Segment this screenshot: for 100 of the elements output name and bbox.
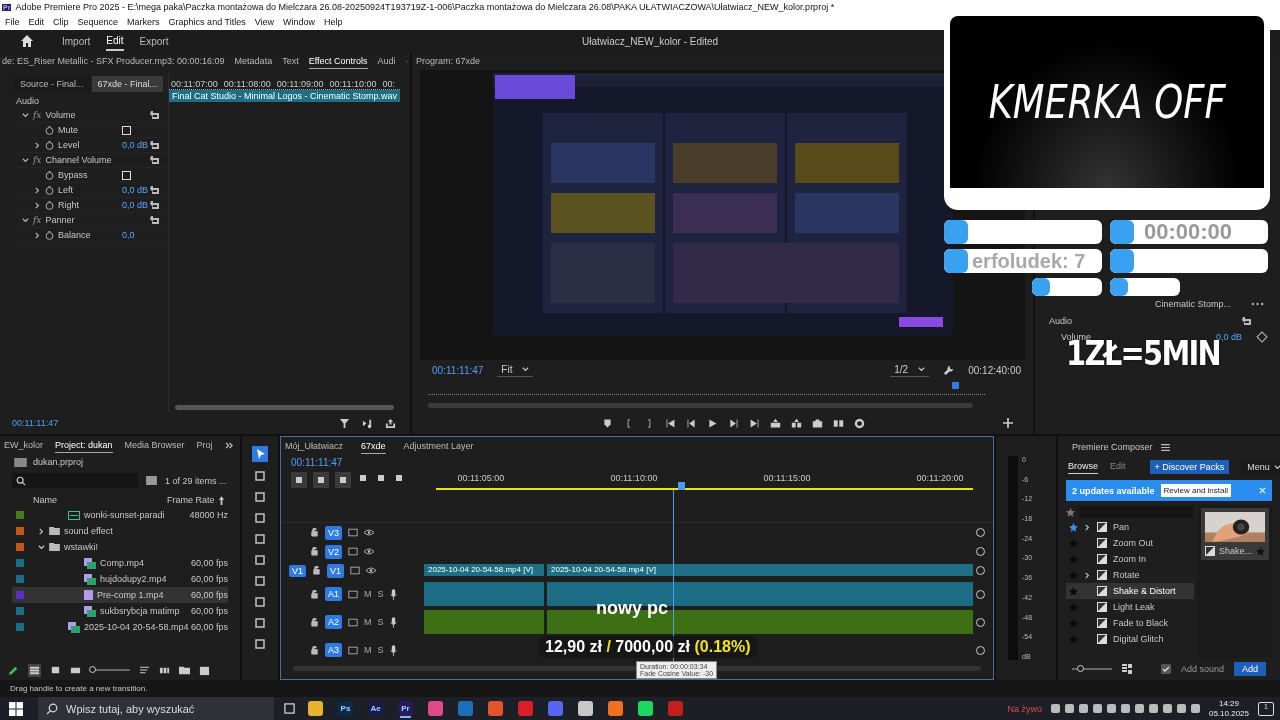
chevron-icon[interactable]	[1084, 571, 1091, 579]
time-ruler[interactable]	[428, 380, 985, 395]
lock-icon[interactable]	[310, 617, 319, 627]
eye-icon[interactable]	[364, 529, 374, 536]
stopwatch-icon[interactable]	[45, 170, 54, 180]
camera-icon[interactable]	[812, 417, 823, 429]
track-target[interactable]: A3	[325, 643, 342, 657]
track-target[interactable]: A2	[325, 615, 342, 629]
track-button[interactable]: S	[377, 645, 384, 655]
sync-lock-icon[interactable]	[348, 589, 358, 599]
menu-item[interactable]: Markers	[127, 17, 160, 27]
chevron-icon[interactable]	[1084, 523, 1091, 531]
zoom-scrollbar[interactable]	[428, 403, 973, 408]
eye-icon[interactable]	[366, 567, 377, 574]
label-swatch[interactable]	[16, 527, 24, 535]
compare-icon[interactable]	[833, 417, 844, 429]
panel-tab[interactable]: Effect Controls	[308, 53, 368, 69]
sequence-tab[interactable]: 67xde	[361, 438, 386, 454]
label-swatch[interactable]	[16, 543, 24, 551]
panel-tab[interactable]: Proj	[196, 438, 213, 452]
sort-arrow-icon[interactable]	[217, 495, 225, 505]
timecode[interactable]: 00:11:11:47	[12, 418, 59, 428]
eye-icon[interactable]	[364, 548, 374, 555]
reset-icon[interactable]	[149, 155, 162, 165]
menu-item[interactable]: Window	[283, 17, 316, 27]
track-target[interactable]: V3	[325, 525, 342, 540]
property-value[interactable]: 0,0 dB	[122, 185, 149, 195]
taskbar-app[interactable]: Pr	[398, 701, 413, 716]
task-view-icon[interactable]	[283, 703, 296, 714]
filter-icon[interactable]	[339, 417, 350, 429]
source-tab[interactable]: 67xde - Final...	[91, 76, 164, 92]
track-button[interactable]: M	[364, 617, 372, 627]
chevron-icon[interactable]	[1273, 463, 1280, 471]
menu-item[interactable]: Edit	[28, 17, 45, 27]
reset-icon[interactable]	[149, 110, 162, 120]
video-clip[interactable]: 2025-10-04 20-54-58.mp4 [V]	[547, 564, 973, 576]
lock-icon[interactable]	[310, 645, 319, 655]
search-field[interactable]: Wpisz tutaj, aby wyszukać	[38, 697, 274, 720]
project-row[interactable]: Comp.mp4 60,00 fps	[12, 555, 228, 571]
panel-tab[interactable]: EW_kolor	[4, 438, 43, 452]
star-icon[interactable]	[1256, 546, 1265, 556]
preset-item[interactable]: Light Leak	[1066, 599, 1194, 615]
timecode[interactable]: 00:11:11:47	[432, 364, 484, 376]
timecode[interactable]: 00:11:11:47	[291, 457, 426, 468]
label-swatch[interactable]	[16, 575, 24, 583]
lock-icon[interactable]	[312, 566, 321, 575]
icon-view-icon[interactable]	[50, 664, 61, 676]
label-swatch[interactable]	[16, 511, 24, 519]
track-button[interactable]: S	[377, 617, 384, 627]
export-icon[interactable]	[385, 417, 396, 429]
preset-item[interactable]: Zoom Out	[1066, 535, 1194, 551]
source-tab[interactable]: Source - Final...	[14, 76, 90, 92]
workspace-tab[interactable]: Edit	[106, 31, 124, 51]
track-button[interactable]: M	[364, 589, 372, 599]
property-value[interactable]: 0,0 dB	[122, 200, 149, 210]
track-target[interactable]: A1	[325, 587, 342, 601]
panel-tab[interactable]: Media Browser	[124, 438, 185, 452]
workspace-tab[interactable]: Export	[139, 32, 169, 50]
discover-packs-button[interactable]: + Discover Packs	[1149, 460, 1230, 474]
column-header[interactable]: Name	[0, 495, 164, 505]
slider-thumb[interactable]	[89, 666, 96, 673]
preset-item[interactable]: Pan	[1066, 519, 1194, 535]
horizontal-scrollbar[interactable]	[293, 666, 981, 671]
project-row[interactable]: sukbsrybcja matimp 60,00 fps	[12, 603, 228, 619]
audio-clip[interactable]	[547, 582, 973, 606]
list-view-icon[interactable]	[28, 663, 41, 677]
column-header[interactable]: Frame Rate	[167, 495, 215, 505]
microphone-icon[interactable]	[389, 616, 397, 628]
chevron-icon[interactable]	[918, 366, 926, 373]
step-forward-icon[interactable]	[728, 417, 739, 429]
audio-clip[interactable]: Final Cat Studio - Minimal Logos - Cinematic Stomp.wav	[168, 90, 400, 102]
panel-tab[interactable]: Metadata	[234, 54, 273, 68]
label-swatch[interactable]	[16, 623, 24, 631]
composer-tab[interactable]: Browse	[1068, 460, 1098, 474]
panel-tab[interactable]: de: ES_Riser Metallic - SFX Producer.mp3: 00:00:16:09	[2, 54, 225, 68]
checkbox[interactable]	[122, 170, 131, 180]
chevron-icon[interactable]	[34, 141, 41, 149]
home-icon[interactable]	[20, 34, 34, 48]
zoom-scrollbar[interactable]	[174, 405, 394, 410]
taskbar-app[interactable]: Ae	[368, 701, 383, 716]
panel-tab[interactable]: Audi	[377, 54, 396, 68]
chevron-icon[interactable]	[22, 111, 29, 119]
composer-tab[interactable]: Edit	[1110, 461, 1126, 473]
project-row[interactable]: hujdodupy2.mp4 60,00 fps	[12, 571, 228, 587]
microphone-icon[interactable]	[389, 588, 397, 600]
zoom-dropdown[interactable]: Fit	[497, 363, 534, 377]
lock-icon[interactable]	[310, 547, 319, 556]
search-field[interactable]	[12, 473, 138, 488]
stopwatch-icon[interactable]	[45, 125, 54, 135]
add-icon[interactable]	[1003, 418, 1013, 428]
sync-lock-icon[interactable]	[350, 566, 361, 575]
track-target[interactable]: V2	[325, 544, 342, 559]
star-icon[interactable]	[1069, 522, 1078, 532]
project-row[interactable]: 2025-10-04 20-54-58.mp4 60,00 fps	[12, 619, 228, 635]
track-button[interactable]: S	[377, 589, 384, 599]
chevron-icon[interactable]	[38, 543, 45, 551]
preset-item[interactable]: Fade to Black	[1066, 615, 1194, 631]
chevron-icon[interactable]	[522, 366, 530, 373]
project-row[interactable]: Pre-comp 1.mp4 60,00 fps	[12, 587, 228, 603]
extract-icon[interactable]	[791, 417, 802, 429]
